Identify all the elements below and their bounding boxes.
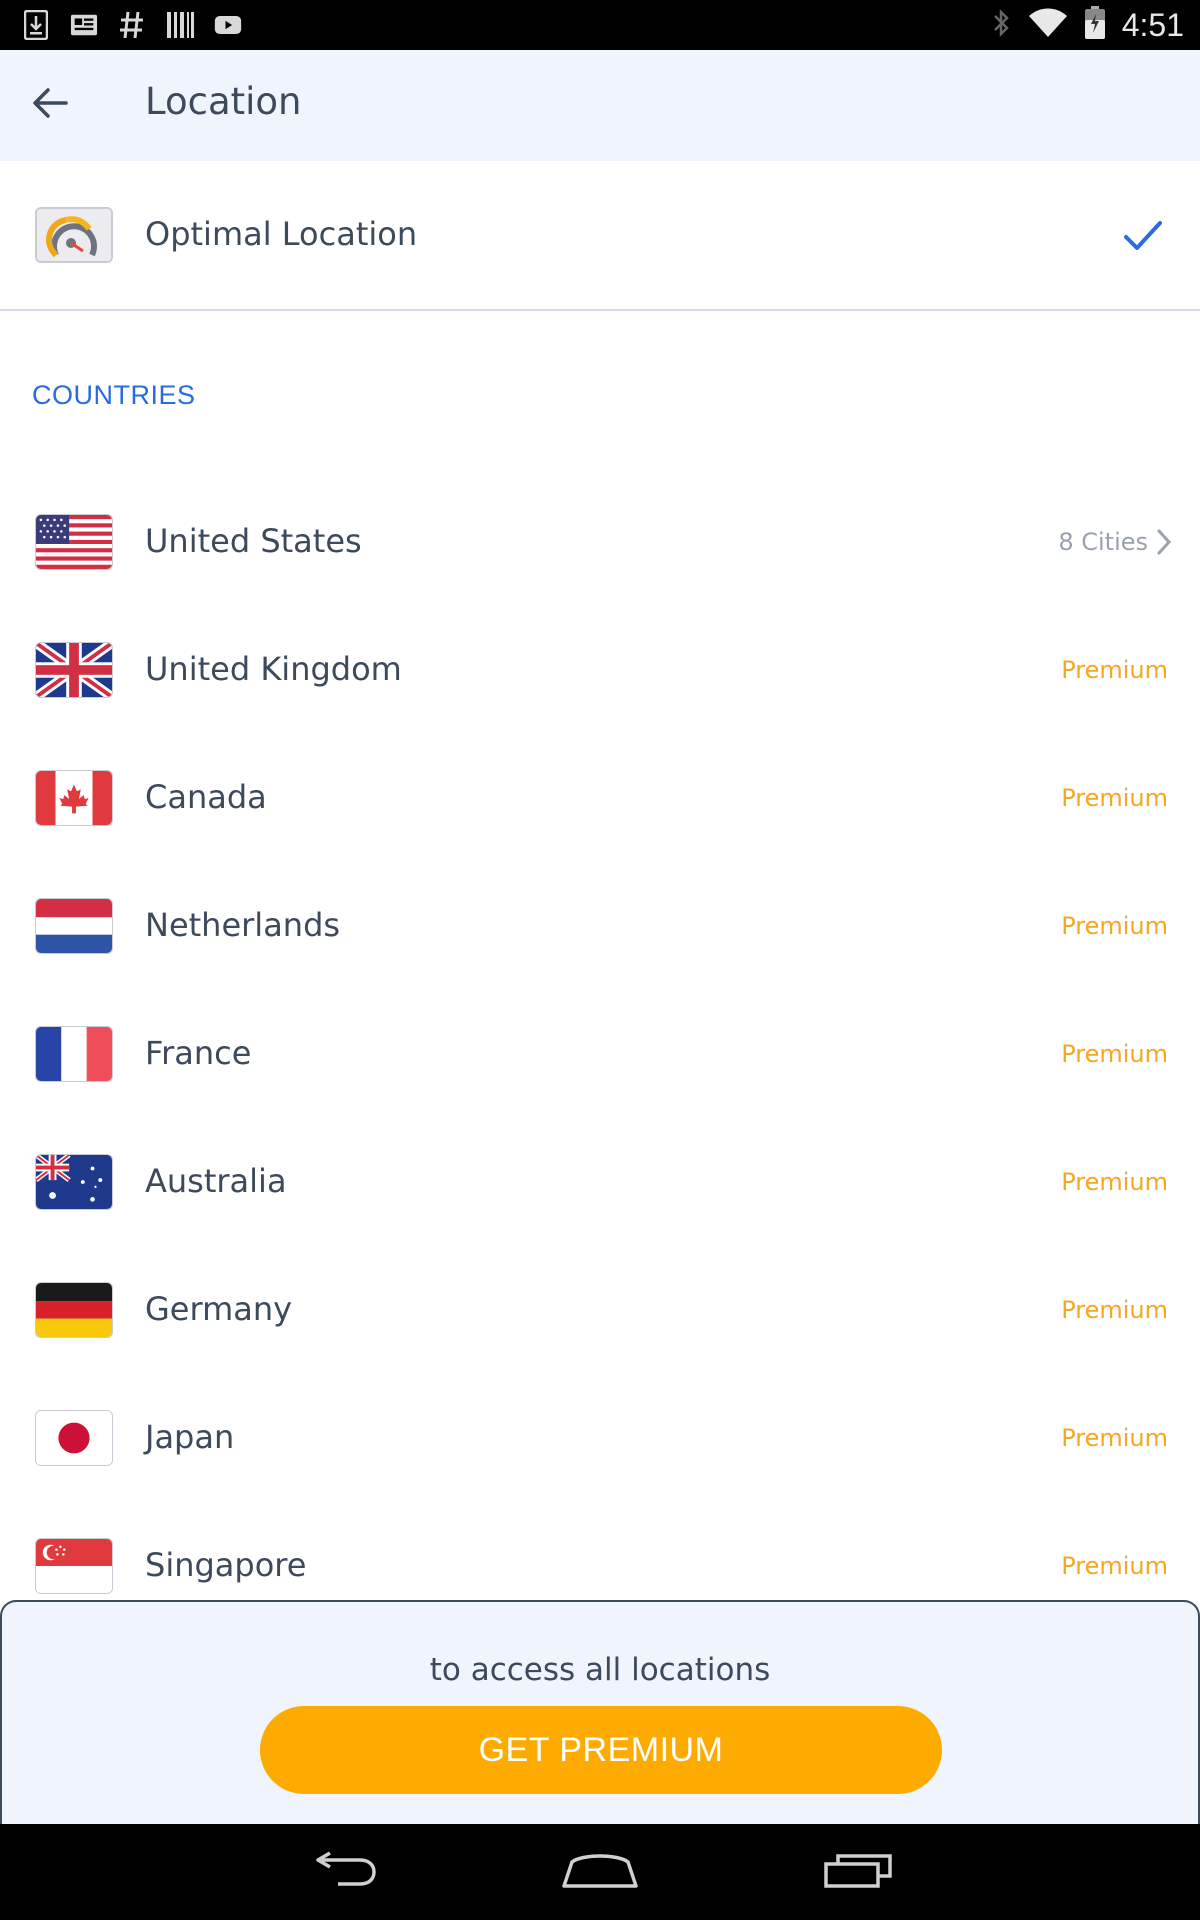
- country-name: Australia: [145, 1162, 287, 1200]
- battery-icon: [1084, 6, 1106, 44]
- country-name: Canada: [145, 778, 267, 816]
- country-row-netherlands[interactable]: Netherlands Premium: [0, 862, 1200, 990]
- canada-flag-icon: [35, 770, 113, 826]
- optimal-location-row[interactable]: Optimal Location: [0, 161, 1200, 311]
- checkmark-icon: [1118, 211, 1168, 261]
- system-nav-bar: [0, 1824, 1200, 1920]
- hash-icon: [118, 10, 146, 40]
- optimal-location-label: Optimal Location: [145, 215, 418, 253]
- back-button[interactable]: [22, 77, 78, 133]
- premium-badge: Premium: [1061, 1552, 1168, 1580]
- premium-upsell-sheet: to access all locations GET PREMIUM: [0, 1600, 1200, 1824]
- france-flag-icon: [35, 1026, 113, 1082]
- uk-flag-icon: [35, 642, 113, 698]
- country-row-canada[interactable]: Canada Premium: [0, 734, 1200, 862]
- country-row-united-kingdom[interactable]: United Kingdom Premium: [0, 606, 1200, 734]
- app-bar: Location: [0, 50, 1200, 161]
- youtube-icon: [214, 10, 242, 40]
- us-flag-icon: [35, 514, 113, 570]
- arrow-left-icon: [32, 87, 68, 123]
- back-nav-icon: [308, 1850, 380, 1894]
- premium-badge: Premium: [1061, 1296, 1168, 1324]
- page-title: Location: [145, 80, 302, 123]
- system-icons: 4:51: [990, 0, 1184, 50]
- premium-message: to access all locations: [429, 1652, 771, 1688]
- japan-flag-icon: [35, 1410, 113, 1466]
- country-row-france[interactable]: France Premium: [0, 990, 1200, 1118]
- country-name: Japan: [145, 1418, 235, 1456]
- premium-badge: Premium: [1061, 656, 1168, 684]
- recents-icon: [822, 1850, 894, 1894]
- status-bar: 4:51: [0, 0, 1200, 50]
- germany-flag-icon: [35, 1282, 113, 1338]
- clock: 4:51: [1121, 6, 1184, 43]
- bluetooth-icon: [990, 7, 1012, 43]
- singapore-flag-icon: [35, 1538, 113, 1594]
- country-row-united-states[interactable]: United States 8 Cities: [0, 478, 1200, 606]
- barcode-icon: [166, 10, 194, 40]
- wifi-icon: [1028, 8, 1068, 42]
- news-icon: [70, 10, 98, 40]
- chevron-right-icon: [1154, 527, 1174, 557]
- cities-count: 8 Cities: [1058, 528, 1148, 556]
- country-name: Singapore: [145, 1546, 307, 1584]
- premium-badge: Premium: [1061, 1040, 1168, 1068]
- home-icon: [560, 1850, 640, 1894]
- download-icon: [22, 10, 50, 40]
- country-row-australia[interactable]: Australia Premium: [0, 1118, 1200, 1246]
- country-row-japan[interactable]: Japan Premium: [0, 1374, 1200, 1502]
- australia-flag-icon: [35, 1154, 113, 1210]
- premium-badge: Premium: [1061, 1424, 1168, 1452]
- nav-back-button[interactable]: [304, 1844, 384, 1900]
- speedometer-icon: [35, 207, 113, 263]
- country-name: Germany: [145, 1290, 293, 1328]
- country-name: United States: [145, 522, 362, 560]
- premium-badge: Premium: [1061, 784, 1168, 812]
- countries-section-header: COUNTRIES: [32, 380, 196, 410]
- country-name: France: [145, 1034, 252, 1072]
- nav-recents-button[interactable]: [818, 1844, 898, 1900]
- notification-icons: [22, 8, 242, 42]
- nav-home-button[interactable]: [560, 1844, 640, 1900]
- premium-badge: Premium: [1061, 1168, 1168, 1196]
- premium-badge: Premium: [1061, 912, 1168, 940]
- country-row-germany[interactable]: Germany Premium: [0, 1246, 1200, 1374]
- country-name: United Kingdom: [145, 650, 402, 688]
- country-name: Netherlands: [145, 906, 341, 944]
- country-list: United States 8 Cities United Kingdom Pr…: [0, 478, 1200, 1630]
- netherlands-flag-icon: [35, 898, 113, 954]
- get-premium-button[interactable]: GET PREMIUM: [260, 1706, 942, 1794]
